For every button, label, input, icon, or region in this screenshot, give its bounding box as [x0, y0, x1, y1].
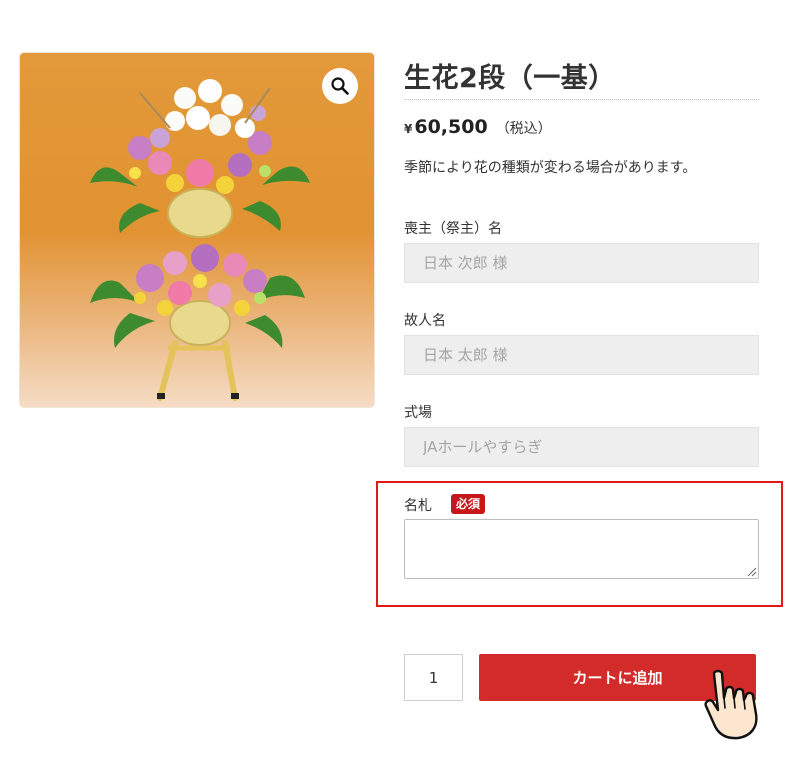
price-amount: 60,500 — [414, 116, 488, 138]
magnifier-icon — [331, 77, 349, 95]
flower-stand-illustration — [90, 79, 310, 401]
product-price: ¥ 60,500 （税込） — [404, 116, 552, 138]
zoom-button[interactable] — [322, 68, 358, 104]
price-currency: ¥ — [404, 122, 413, 136]
product-title: 生花2段（一基） — [404, 63, 616, 94]
mourner-name-input[interactable] — [404, 243, 759, 283]
resize-grip-icon[interactable] — [747, 567, 757, 577]
deceased-name-input[interactable] — [404, 335, 759, 375]
hand-pointer-icon — [704, 669, 758, 740]
title-divider — [404, 99, 759, 100]
name-tag-label: 名札 — [404, 498, 432, 514]
required-badge: 必須 — [451, 494, 486, 514]
quantity-input[interactable] — [404, 654, 463, 701]
deceased-name-label: 故人名 — [404, 313, 446, 329]
venue-label: 式場 — [404, 405, 432, 421]
venue-input[interactable] — [404, 427, 759, 467]
mourner-name-label: 喪主（祭主）名 — [404, 221, 502, 237]
product-image[interactable] — [20, 53, 374, 407]
name-tag-textarea[interactable] — [404, 519, 759, 579]
product-note: 季節により花の種類が変わる場合があります。 — [404, 160, 697, 176]
price-tax-note: （税込） — [495, 121, 552, 137]
